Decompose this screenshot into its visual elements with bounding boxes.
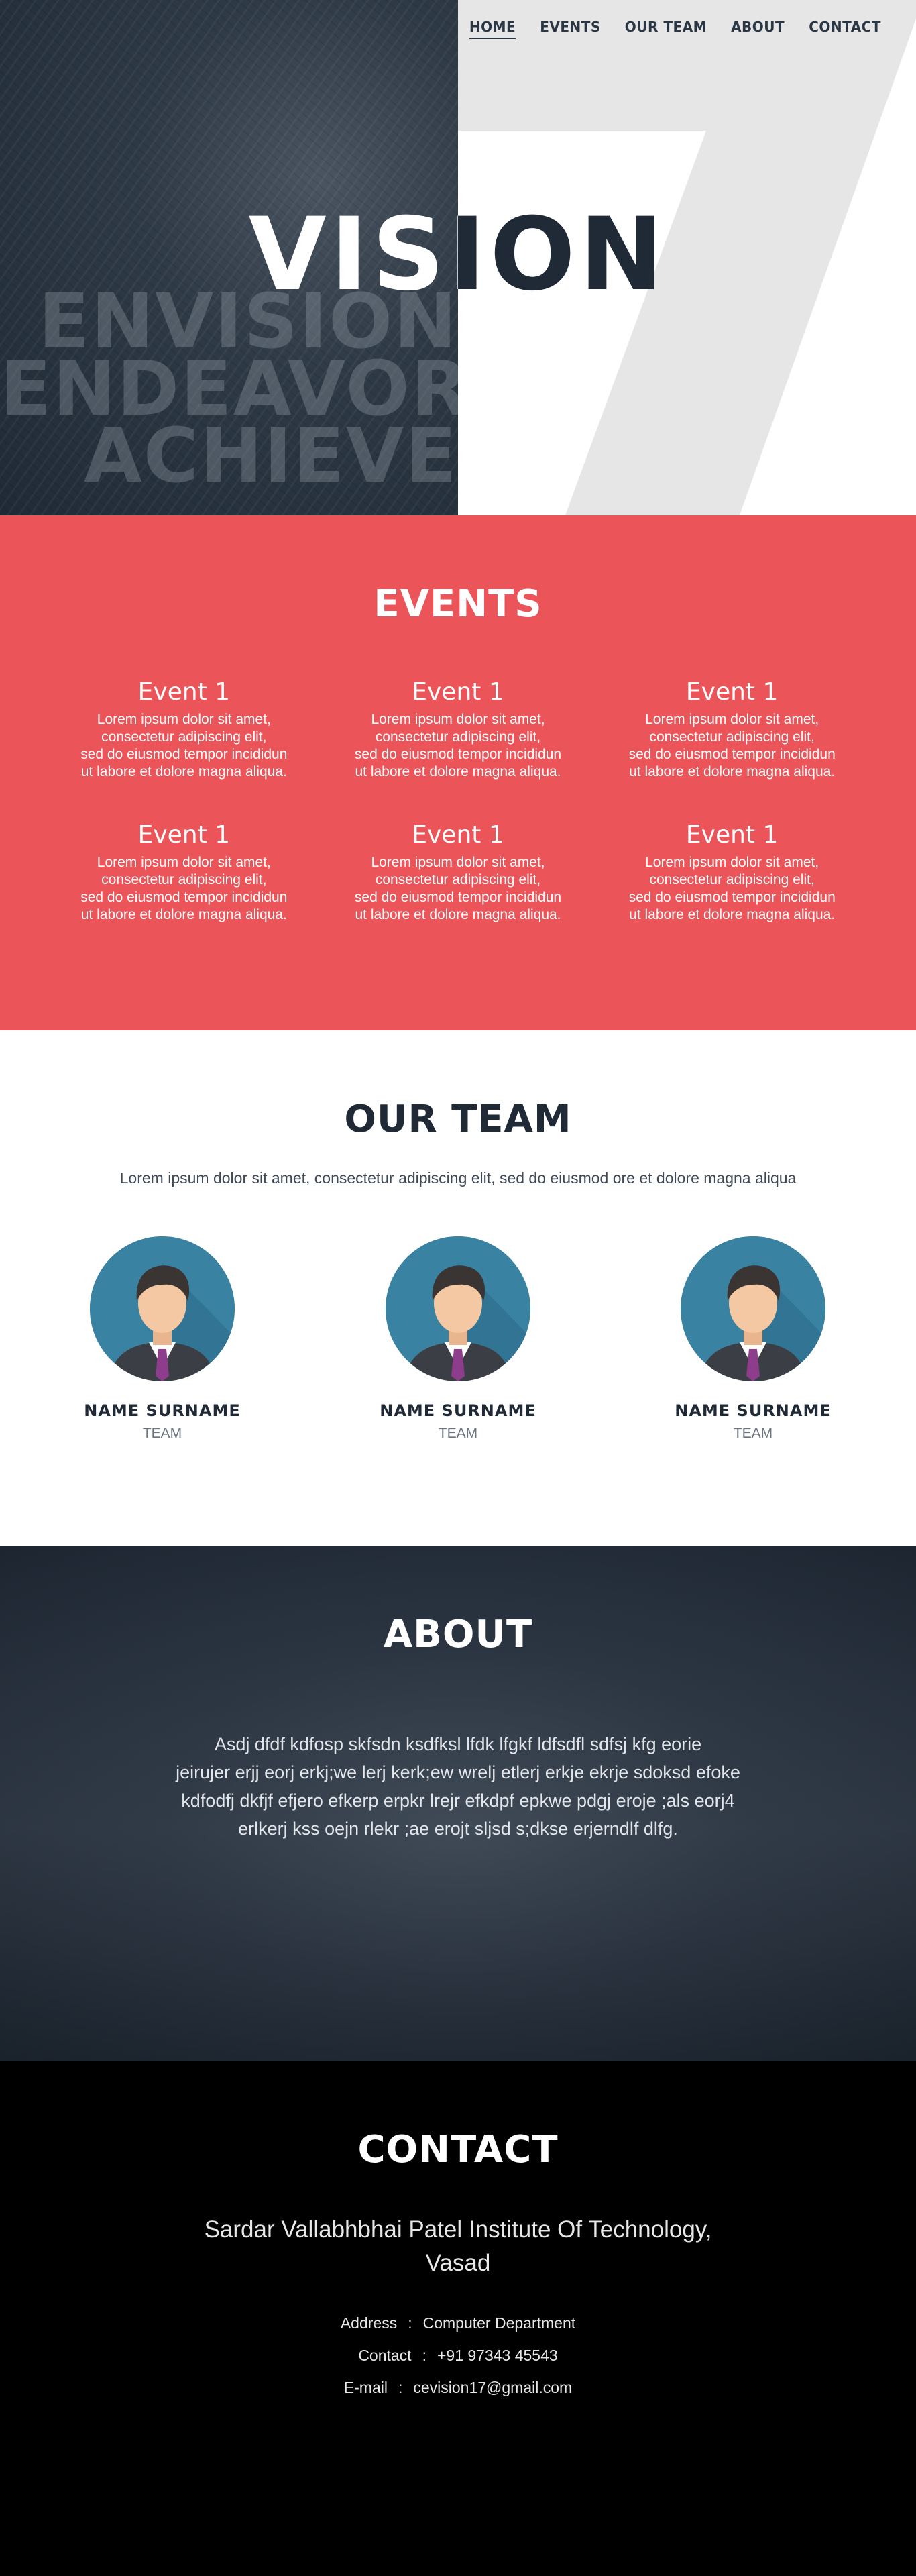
member-role: TEAM [142, 1426, 182, 1441]
person-avatar-icon [386, 1236, 530, 1381]
contact-details: Address: Computer Department Contact: +91 … [0, 2307, 916, 2404]
avatar [681, 1236, 825, 1381]
nav-events-link[interactable]: EVENTS [540, 19, 601, 39]
contact-value[interactable]: +91 97343 45543 [437, 2347, 558, 2364]
about-title: ABOUT [383, 1613, 533, 1656]
event-title: Event 1 [685, 678, 779, 706]
avatar [90, 1236, 235, 1381]
nav-our-team-link[interactable]: OUR TEAM [625, 19, 707, 39]
event-card: Event 1 Lorem ipsum dolor sit amet, conse… [321, 821, 595, 924]
main-navigation: HOME EVENTS OUR TEAM ABOUT CONTACT [469, 19, 881, 39]
contact-separator: : [398, 2379, 403, 2396]
contact-section: CONTACT Sardar Vallabhbhai Patel Institu… [0, 2061, 916, 2576]
event-card: Event 1 Lorem ipsum dolor sit amet, conse… [595, 678, 869, 781]
event-title: Event 1 [685, 821, 779, 849]
team-title: OUR TEAM [344, 1097, 572, 1141]
events-section: EVENTS Event 1 Lorem ipsum dolor sit ame… [0, 515, 916, 1030]
member-name: NAME SURNAME [675, 1401, 832, 1420]
event-title: Event 1 [412, 678, 504, 706]
person-avatar-icon [681, 1236, 825, 1381]
event-description: Lorem ipsum dolor sit amet, consectetur a… [354, 712, 562, 780]
nav-contact-link[interactable]: CONTACT [809, 19, 881, 39]
event-card: Event 1 Lorem ipsum dolor sit amet, conse… [321, 678, 595, 781]
nav-home-link[interactable]: HOME [469, 19, 516, 39]
team-member-card: NAME SURNAME TEAM [62, 1236, 263, 1442]
team-member-card: NAME SURNAME TEAM [652, 1236, 854, 1442]
event-card: Event 1 Lorem ipsum dolor sit amet, conse… [595, 821, 869, 924]
contact-separator: : [422, 2347, 426, 2364]
contact-separator: : [408, 2314, 412, 2332]
team-section: OUR TEAM Lorem ipsum dolor sit amet, con… [0, 1030, 916, 1546]
hero-background-words: ENVISION ENDEAVOR ACHIEVE [0, 288, 458, 490]
contact-row-email: E-mail: cevision17@gmail.com [0, 2371, 916, 2404]
event-title: Event 1 [412, 821, 504, 849]
hero-title: VISION [0, 201, 916, 309]
contact-label: Contact [358, 2347, 412, 2364]
event-card: Event 1 Lorem ipsum dolor sit amet, conse… [47, 821, 321, 924]
contact-row-address: Address: Computer Department [0, 2307, 916, 2339]
event-description: Lorem ipsum dolor sit amet, consectetur a… [628, 712, 836, 780]
contact-row-phone: Contact: +91 97343 45543 [0, 2339, 916, 2371]
event-title: Event 1 [137, 821, 231, 849]
person-avatar-icon [90, 1236, 235, 1381]
member-name: NAME SURNAME [380, 1401, 536, 1420]
event-card: Event 1 Lorem ipsum dolor sit amet, conse… [47, 678, 321, 781]
institute-name: Sardar Vallabhbhai Patel Institute Of Te… [204, 2216, 712, 2276]
events-grid: Event 1 Lorem ipsum dolor sit amet, conse… [47, 678, 869, 924]
member-name: NAME SURNAME [84, 1401, 241, 1420]
hero-section: ENVISION ENDEAVOR ACHIEVE VISION HOME EV… [0, 0, 916, 515]
contact-label: E-mail [343, 2379, 388, 2396]
about-section: ABOUT Asdj dfdf kdfosp skfsdn ksdfksl lf… [0, 1546, 916, 2061]
avatar [386, 1236, 530, 1381]
contact-label: Address [340, 2314, 398, 2332]
contact-value: Computer Department [422, 2314, 576, 2332]
event-description: Lorem ipsum dolor sit amet, consectetur a… [628, 855, 836, 922]
contact-title: CONTACT [357, 2128, 559, 2171]
team-intro: Lorem ipsum dolor sit amet, consectetur … [119, 1169, 797, 1187]
hero-word: ACHIEVE [84, 413, 458, 490]
events-title: EVENTS [374, 582, 542, 626]
member-role: TEAM [733, 1426, 773, 1441]
event-title: Event 1 [137, 678, 231, 706]
member-role: TEAM [438, 1426, 478, 1441]
event-description: Lorem ipsum dolor sit amet, consectetur a… [354, 855, 562, 922]
event-description: Lorem ipsum dolor sit amet, consectetur a… [80, 855, 288, 922]
team-member-card: NAME SURNAME TEAM [357, 1236, 559, 1442]
contact-value[interactable]: cevision17@gmail.com [413, 2379, 572, 2396]
about-text: Asdj dfdf kdfosp skfsdn ksdfksl lfdk lfg… [176, 1734, 740, 1839]
event-description: Lorem ipsum dolor sit amet, consectetur a… [80, 712, 288, 780]
nav-about-link[interactable]: ABOUT [731, 19, 785, 39]
